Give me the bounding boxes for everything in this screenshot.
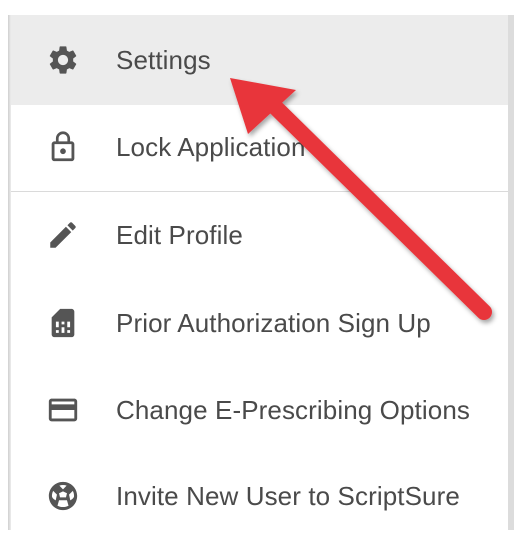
ball-icon — [45, 478, 81, 514]
menu-item-edit-profile[interactable]: Edit Profile — [11, 193, 508, 277]
menu-divider — [11, 191, 508, 192]
menu-item-prior-label: Prior Authorization Sign Up — [116, 307, 431, 338]
user-menu: Settings Lock Application Edit Profile P… — [8, 15, 514, 533]
menu-item-invite-label: Invite New User to ScriptSure — [116, 480, 460, 511]
screenshot: Settings Lock Application Edit Profile P… — [0, 0, 522, 533]
pencil-icon — [45, 217, 81, 253]
menu-item-prior-authorization[interactable]: Prior Authorization Sign Up — [11, 280, 508, 366]
menu-item-e-prescribing-options[interactable]: Change E-Prescribing Options — [11, 367, 508, 453]
gear-icon — [45, 42, 81, 78]
credit-card-icon — [45, 392, 81, 428]
menu-item-settings-label: Settings — [116, 44, 211, 75]
menu-item-settings[interactable]: Settings — [11, 15, 508, 105]
menu-item-lock-label: Lock Application — [116, 131, 306, 162]
menu-item-eprescribe-label: Change E-Prescribing Options — [116, 394, 470, 425]
menu-item-invite-user[interactable]: Invite New User to ScriptSure — [11, 453, 508, 533]
menu-item-edit-label: Edit Profile — [116, 219, 243, 250]
lock-icon — [45, 129, 81, 165]
menu-scrollbar[interactable] — [508, 15, 514, 530]
sim-card-icon — [45, 305, 81, 341]
menu-item-lock-application[interactable]: Lock Application — [11, 105, 508, 189]
